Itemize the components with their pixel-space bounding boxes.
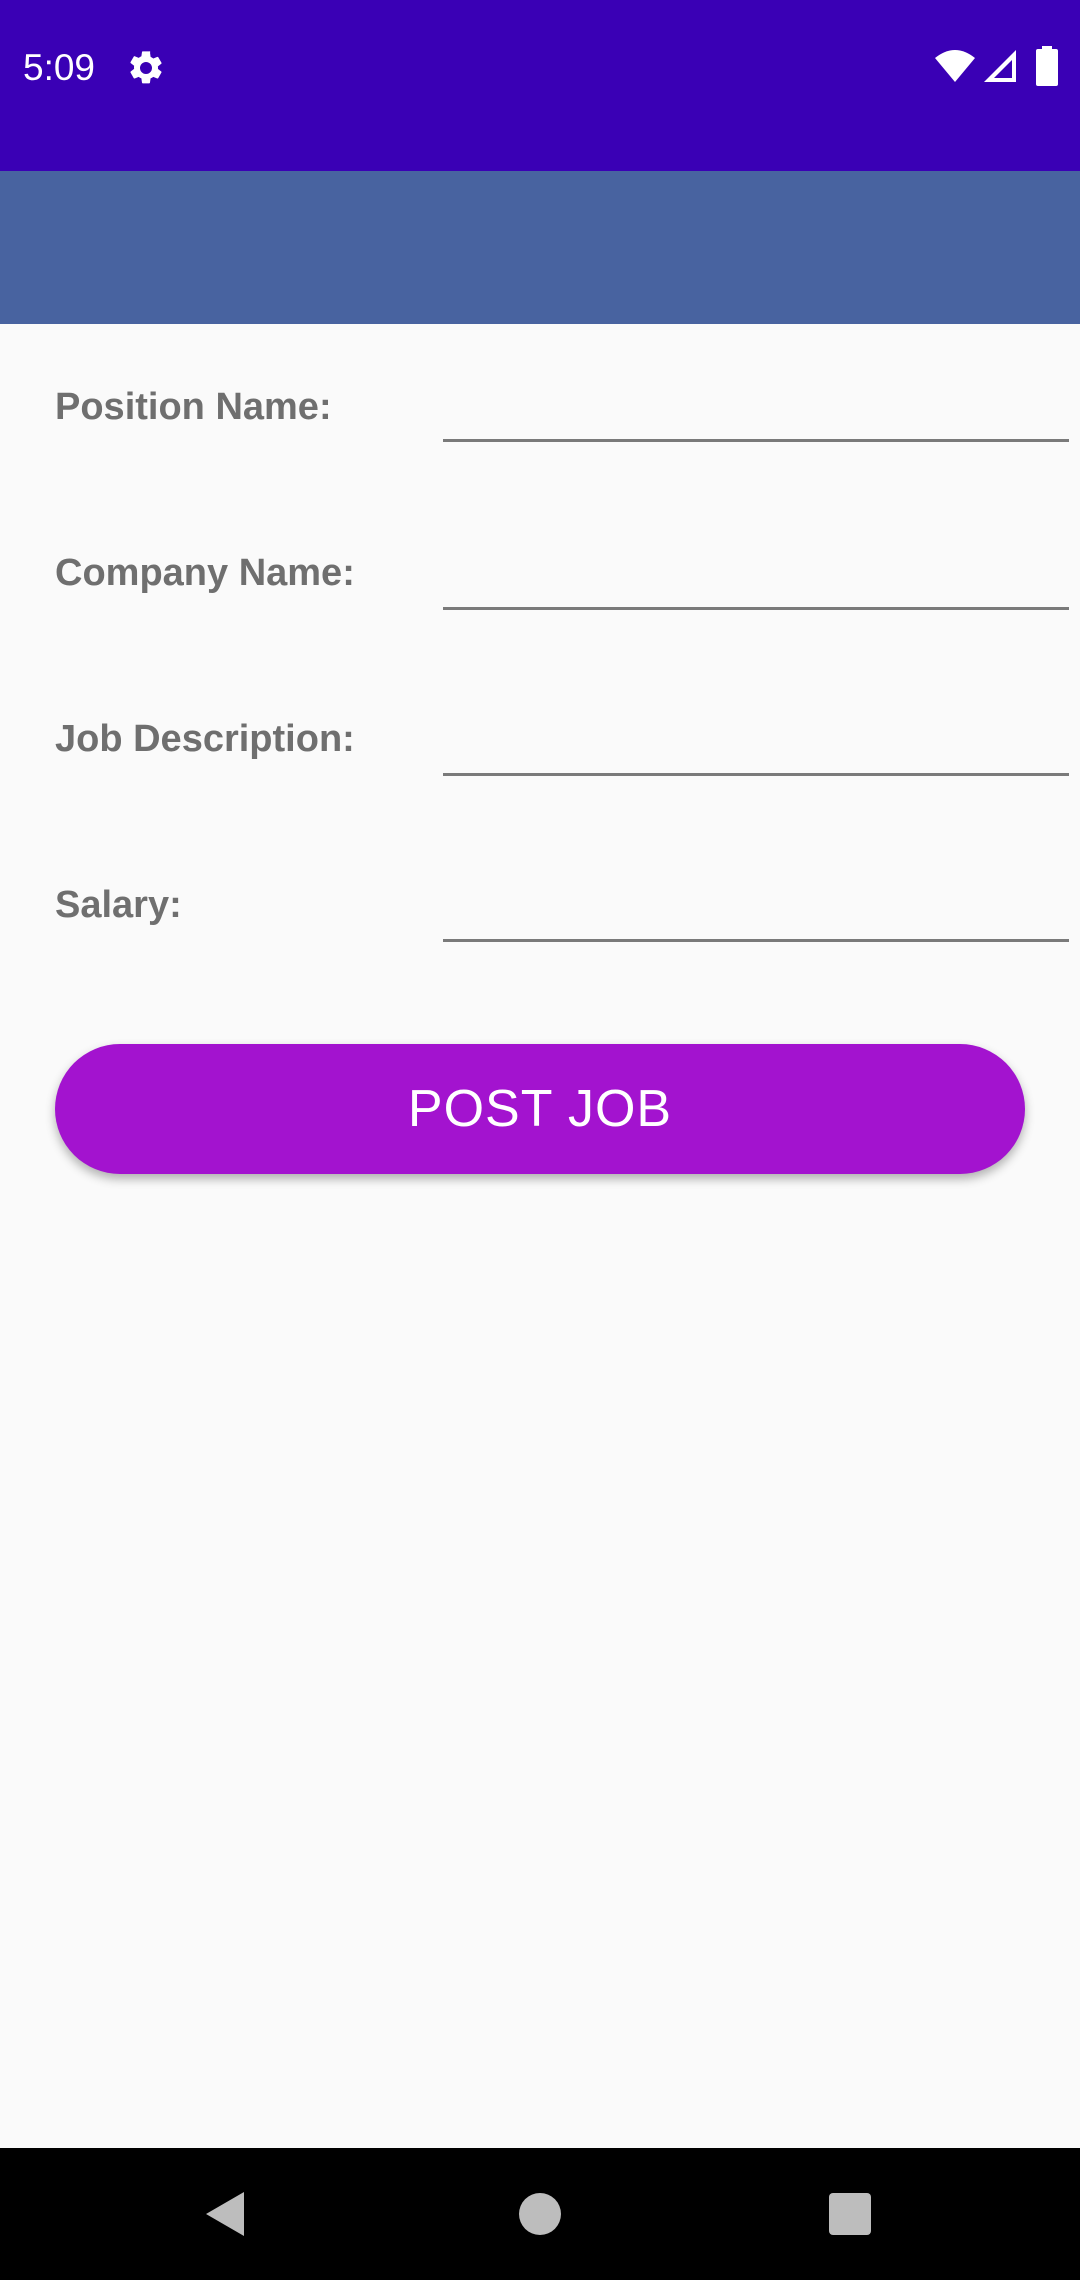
position-label: Position Name:: [55, 386, 332, 428]
wifi-icon: [935, 50, 975, 82]
app-bar: [0, 171, 1080, 324]
description-row: Job Description:: [0, 706, 1080, 826]
description-label: Job Description:: [55, 718, 355, 760]
recents-icon[interactable]: [829, 2193, 871, 2235]
signal-icon: [984, 50, 1016, 82]
post-job-button[interactable]: POST JOB: [55, 1044, 1025, 1174]
home-icon[interactable]: [519, 2193, 561, 2235]
salary-input[interactable]: [443, 884, 1069, 942]
salary-row: Salary:: [0, 872, 1080, 992]
salary-label: Salary:: [55, 884, 182, 926]
company-input[interactable]: [443, 552, 1069, 610]
position-input[interactable]: [443, 384, 1069, 442]
gear-icon: [130, 51, 162, 84]
status-bar: 5:09: [0, 0, 1080, 171]
company-row: Company Name:: [0, 540, 1080, 660]
back-icon[interactable]: [204, 2190, 248, 2238]
battery-icon: [1036, 46, 1058, 86]
description-input[interactable]: [443, 718, 1069, 776]
position-row: Position Name:: [0, 374, 1080, 494]
company-label: Company Name:: [55, 552, 355, 594]
status-time: 5:09: [23, 47, 96, 88]
